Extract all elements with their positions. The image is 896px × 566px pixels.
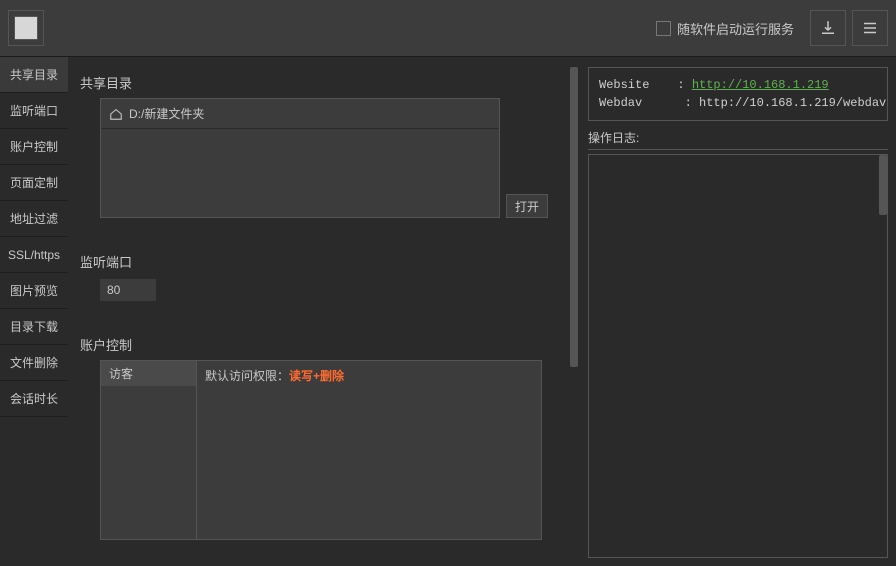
account-section-title: 账户控制 bbox=[80, 335, 566, 354]
share-section-title: 共享目录 bbox=[80, 73, 566, 92]
settings-scrollbar[interactable] bbox=[570, 67, 578, 558]
hamburger-icon bbox=[861, 19, 879, 37]
sidebar-item-label: 地址过滤 bbox=[10, 210, 58, 227]
sidebar-item-label: 文件删除 bbox=[10, 354, 58, 371]
port-row bbox=[100, 279, 566, 301]
sidebar-item-file-delete[interactable]: 文件删除 bbox=[0, 345, 68, 381]
status-column: Website : http://10.168.1.219 Webdav : h… bbox=[588, 67, 888, 558]
perm-value: 读写+删除 bbox=[289, 369, 344, 383]
main: 共享目录 D:/新建文件夹 打开 监听端口 bbox=[68, 57, 896, 566]
sidebar-item-image-preview[interactable]: 图片预览 bbox=[0, 273, 68, 309]
download-icon bbox=[819, 19, 837, 37]
sidebar-item-ssl[interactable]: SSL/https bbox=[0, 237, 68, 273]
website-link[interactable]: http://10.168.1.219 bbox=[692, 76, 829, 94]
sidebar-item-label: 共享目录 bbox=[10, 66, 58, 83]
log-box bbox=[588, 154, 888, 558]
webdav-key: Webdav bbox=[599, 94, 663, 112]
sidebar-item-label: 目录下载 bbox=[10, 318, 58, 335]
settings-scroll-area: 共享目录 D:/新建文件夹 打开 监听端口 bbox=[72, 67, 570, 558]
start-stop-button[interactable] bbox=[8, 10, 44, 46]
sidebar-item-dir-download[interactable]: 目录下载 bbox=[0, 309, 68, 345]
sidebar-item-label: SSL/https bbox=[8, 248, 60, 262]
log-label: 操作日志: bbox=[588, 129, 888, 150]
website-sep: : bbox=[663, 76, 692, 94]
sidebar-item-addr-filter[interactable]: 地址过滤 bbox=[0, 201, 68, 237]
body: 共享目录 监听端口 账户控制 页面定制 地址过滤 SSL/https 图片预览 … bbox=[0, 57, 896, 566]
autostart-checkbox[interactable] bbox=[656, 21, 671, 36]
share-config-row: D:/新建文件夹 打开 bbox=[72, 98, 566, 218]
webdav-sep: : bbox=[663, 94, 699, 112]
sidebar-item-account[interactable]: 账户控制 bbox=[0, 129, 68, 165]
share-path-text: D:/新建文件夹 bbox=[129, 105, 204, 122]
open-button-label: 打开 bbox=[515, 198, 539, 215]
account-name: 访客 bbox=[109, 367, 133, 381]
port-input[interactable] bbox=[100, 279, 156, 301]
sidebar-item-listen-port[interactable]: 监听端口 bbox=[0, 93, 68, 129]
share-path-list[interactable]: D:/新建文件夹 bbox=[100, 98, 500, 218]
home-icon bbox=[109, 107, 123, 121]
webdav-row: Webdav : http://10.168.1.219/webdav bbox=[599, 94, 877, 112]
perm-label: 默认访问权限： bbox=[205, 369, 289, 383]
sidebar-item-label: 监听端口 bbox=[10, 102, 58, 119]
sidebar-item-share-dir[interactable]: 共享目录 bbox=[0, 57, 68, 93]
server-info-box: Website : http://10.168.1.219 Webdav : h… bbox=[588, 67, 888, 121]
open-button[interactable]: 打开 bbox=[506, 194, 548, 218]
log-content[interactable] bbox=[589, 155, 879, 557]
sidebar: 共享目录 监听端口 账户控制 页面定制 地址过滤 SSL/https 图片预览 … bbox=[0, 57, 68, 566]
log-scrollbar[interactable] bbox=[879, 155, 887, 557]
website-row: Website : http://10.168.1.219 bbox=[599, 76, 877, 94]
account-list-item[interactable]: 访客 bbox=[101, 361, 196, 386]
account-box: 访客 默认访问权限：读写+删除 bbox=[100, 360, 542, 540]
menu-button[interactable] bbox=[852, 10, 888, 46]
settings-column: 共享目录 D:/新建文件夹 打开 监听端口 bbox=[72, 67, 578, 558]
account-panel: 默认访问权限：读写+删除 bbox=[197, 361, 541, 539]
webdav-url: http://10.168.1.219/webdav bbox=[699, 94, 886, 112]
sidebar-item-session[interactable]: 会话时长 bbox=[0, 381, 68, 417]
account-list[interactable]: 访客 bbox=[101, 361, 197, 539]
topbar: 随软件启动运行服务 bbox=[0, 0, 896, 57]
scrollbar-thumb[interactable] bbox=[570, 67, 578, 367]
stop-icon bbox=[14, 16, 38, 40]
autostart-label: 随软件启动运行服务 bbox=[677, 19, 794, 38]
share-path-row[interactable]: D:/新建文件夹 bbox=[101, 99, 499, 129]
log-scrollbar-thumb[interactable] bbox=[879, 155, 887, 215]
sidebar-item-label: 图片预览 bbox=[10, 282, 58, 299]
autostart-checkbox-wrap[interactable]: 随软件启动运行服务 bbox=[656, 19, 794, 38]
sidebar-item-label: 账户控制 bbox=[10, 138, 58, 155]
sidebar-item-page-custom[interactable]: 页面定制 bbox=[0, 165, 68, 201]
port-section-title: 监听端口 bbox=[80, 252, 566, 271]
download-button[interactable] bbox=[810, 10, 846, 46]
sidebar-item-label: 页面定制 bbox=[10, 174, 58, 191]
website-key: Website bbox=[599, 76, 663, 94]
sidebar-item-label: 会话时长 bbox=[10, 390, 58, 407]
